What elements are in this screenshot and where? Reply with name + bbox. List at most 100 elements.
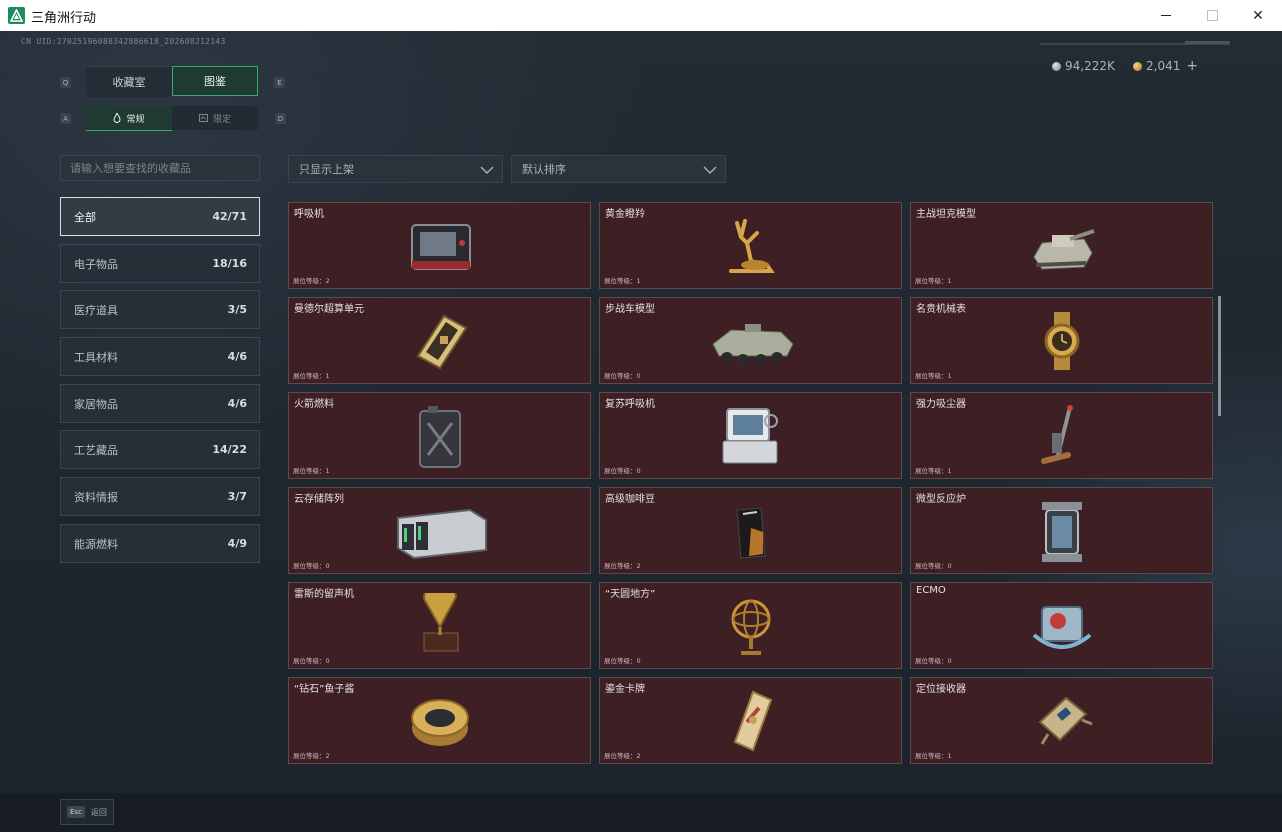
minimize-button[interactable] [1143,0,1189,31]
category-crafts[interactable]: 工艺藏品 14/22 [60,430,260,469]
item-card[interactable]: 云存储阵列 展位等级：0 [288,487,591,574]
gold-currency[interactable]: 2,041 + [1133,58,1198,74]
sort-value: 默认排序 [522,163,566,176]
item-name: 鎏金卡牌 [605,684,645,695]
display-level: 展位等级：1 [915,277,952,285]
window-title: 三角洲行动 [31,11,97,26]
category-label: 家居物品 [74,397,118,411]
item-card[interactable]: 定位接收器 展位等级：1 [910,677,1213,764]
category-energy[interactable]: 能源燃料 4/9 [60,524,260,563]
supercomputer-unit-icon [416,314,467,370]
sort-dropdown[interactable]: 默认排序 [511,155,726,183]
gramophone-icon [422,593,458,652]
category-count: 3/7 [227,490,247,503]
shelf-filter-dropdown[interactable]: 只显示上架 [288,155,503,183]
category-label: 工艺藏品 [74,443,118,457]
display-level: 展位等级：0 [604,467,641,475]
coffee-bag-icon [735,507,766,559]
display-level: 展位等级：1 [293,372,330,380]
item-card[interactable]: 呼吸机 展位等级：2 [288,202,591,289]
key-hint-d: D [275,113,286,124]
item-card[interactable]: 主战坦克模型 展位等级：1 [910,202,1213,289]
shelf-filter-value: 只显示上架 [299,163,354,176]
silver-amount: 94,222K [1065,59,1115,73]
grid-scrollbar[interactable] [1218,296,1221,416]
item-card[interactable]: ECMO 展位等级：0 [910,582,1213,669]
item-card[interactable]: 曼德尔超算单元 展位等级：1 [288,297,591,384]
gps-receiver-icon [1038,696,1093,745]
item-card[interactable]: 名贵机械表 展位等级：1 [910,297,1213,384]
category-label: 工具材料 [74,350,118,364]
storage-array-icon [396,508,487,560]
item-card[interactable]: 强力吸尘器 展位等级：1 [910,392,1213,479]
close-icon: ✕ [1252,7,1264,24]
item-card[interactable]: “天圆地方” 展位等级：0 [599,582,902,669]
ecmo-icon [1032,606,1091,649]
card-icon [198,114,208,122]
display-level: 展位等级：2 [604,562,641,570]
item-name: 定位接收器 [916,684,966,695]
category-tools[interactable]: 工具材料 4/6 [60,337,260,376]
game-area: CN UID:27025196088342886618_202608212143… [0,31,1282,832]
display-level: 展位等级：1 [604,277,641,285]
maximize-icon [1206,10,1218,21]
category-count: 14/22 [212,443,247,456]
chevron-down-icon [480,166,494,174]
minimize-icon [1161,15,1171,16]
item-name: ECMO [916,585,946,596]
item-card[interactable]: 雷斯的留声机 展位等级：0 [288,582,591,669]
subtab-limited[interactable]: 限定 [172,106,258,130]
close-button[interactable]: ✕ [1235,0,1281,31]
item-name: 复苏呼吸机 [605,399,655,410]
item-card[interactable]: 鎏金卡牌 展位等级：2 [599,677,902,764]
tab-gallery[interactable]: 图鉴 [172,66,258,96]
category-label: 电子物品 [74,257,118,271]
category-count: 4/6 [227,397,247,410]
category-medical[interactable]: 医疗道具 3/5 [60,290,260,329]
esc-key-hint: Esc [67,806,85,818]
subtab-normal-label: 常规 [126,114,145,125]
display-level: 展位等级：0 [604,657,641,665]
item-name: 高级咖啡豆 [605,494,655,505]
item-name: 呼吸机 [294,209,324,220]
item-card[interactable]: 复苏呼吸机 展位等级：0 [599,392,902,479]
display-level: 展位等级：0 [604,372,641,380]
item-card[interactable]: 黄金瞪羚 展位等级：1 [599,202,902,289]
reactor-icon [1041,502,1082,562]
category-household[interactable]: 家居物品 4/6 [60,384,260,423]
gold-amount: 2,041 [1146,59,1181,73]
item-card[interactable]: “钻石”鱼子酱 展位等级：2 [288,677,591,764]
category-all[interactable]: 全部 42/71 [60,197,260,236]
item-name: 曼德尔超算单元 [294,304,364,315]
display-level: 展位等级：0 [293,657,330,665]
item-name: 雷斯的留声机 [294,589,354,600]
item-name: 云存储阵列 [294,494,344,505]
chevron-down-icon [703,166,717,174]
back-label: 返回 [90,807,107,817]
item-name: 步战车模型 [605,304,655,315]
tab-collection-room[interactable]: 收藏室 [86,66,172,97]
item-card[interactable]: 步战车模型 展位等级：0 [599,297,902,384]
collection-search-input[interactable] [60,155,260,181]
display-level: 展位等级：0 [915,562,952,570]
display-level: 展位等级：1 [293,467,330,475]
category-label: 医疗道具 [74,303,118,317]
item-card[interactable]: 微型反应炉 展位等级：0 [910,487,1213,574]
maximize-button[interactable] [1189,0,1235,31]
category-count: 4/9 [227,537,247,550]
category-intel[interactable]: 资料情报 3/7 [60,477,260,516]
key-hint-a: A [60,113,71,124]
item-card[interactable]: 火箭燃料 展位等级：1 [288,392,591,479]
rocket-fuel-icon [418,406,461,468]
subtab-normal[interactable]: 常规 [86,106,172,131]
display-level: 展位等级：2 [293,277,330,285]
key-hint-q: Q [60,77,71,88]
display-level: 展位等级：2 [293,752,330,760]
item-card[interactable]: 高级咖啡豆 展位等级：2 [599,487,902,574]
add-currency-icon[interactable]: + [1186,58,1198,74]
category-electronics[interactable]: 电子物品 18/16 [60,244,260,283]
display-level: 展位等级：1 [915,752,952,760]
back-button[interactable]: Esc 返回 [60,799,114,825]
window-titlebar: 三角洲行动 ✕ [0,0,1282,32]
item-name: 主战坦克模型 [916,209,976,220]
